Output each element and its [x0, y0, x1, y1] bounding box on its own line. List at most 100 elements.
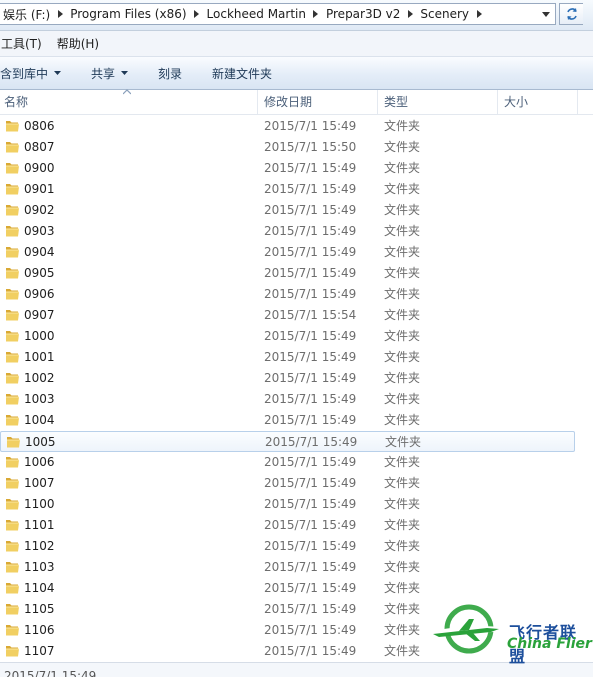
file-name: 1003: [24, 392, 55, 406]
file-name: 0806: [24, 119, 55, 133]
folder-icon: [6, 541, 19, 552]
folder-icon: [6, 562, 19, 573]
breadcrumb-label[interactable]: Lockheed Martin: [204, 7, 309, 21]
file-row[interactable]: 1001 2015/7/1 15:49 文件夹: [0, 347, 575, 368]
folder-icon: [6, 373, 19, 384]
file-type: 文件夹: [384, 350, 421, 364]
file-name: 1001: [24, 350, 55, 364]
breadcrumb-prepar3d[interactable]: Prepar3D v2: [323, 3, 417, 25]
burn-button[interactable]: 刻录: [140, 57, 194, 89]
column-name[interactable]: 名称: [0, 90, 258, 114]
file-name: 1006: [24, 455, 55, 469]
triangle-right-icon[interactable]: [53, 3, 67, 25]
file-name: 1005: [25, 435, 56, 449]
file-row[interactable]: 1002 2015/7/1 15:49 文件夹: [0, 368, 575, 389]
folder-icon: [6, 226, 19, 237]
file-type: 文件夹: [384, 560, 421, 574]
menu-help[interactable]: 帮助(H): [56, 35, 107, 52]
folder-icon: [6, 352, 19, 363]
triangle-right-icon[interactable]: [190, 3, 204, 25]
column-type[interactable]: 类型: [380, 90, 498, 114]
breadcrumb-scenery[interactable]: Scenery: [417, 3, 486, 25]
file-type: 文件夹: [384, 392, 421, 406]
file-row[interactable]: 1000 2015/7/1 15:49 文件夹: [0, 326, 575, 347]
chevron-down-icon: [542, 11, 550, 17]
address-dropdown-button[interactable]: [537, 4, 555, 24]
file-date-modified: 2015/7/1 15:49: [264, 644, 357, 658]
breadcrumb-label[interactable]: Scenery: [417, 7, 472, 21]
file-row[interactable]: 1102 2015/7/1 15:49 文件夹: [0, 536, 575, 557]
file-date-modified: 2015/7/1 15:49: [264, 182, 357, 196]
file-type: 文件夹: [384, 644, 421, 658]
column-size[interactable]: 大小: [500, 90, 578, 114]
file-row[interactable]: 0807 2015/7/1 15:50 文件夹: [0, 137, 575, 158]
burn-label: 刻录: [158, 66, 183, 81]
new-folder-button[interactable]: 新建文件夹: [194, 57, 284, 89]
column-header: 名称 修改日期 类型 大小: [0, 89, 593, 115]
triangle-right-icon[interactable]: [309, 3, 323, 25]
file-name: 1104: [24, 581, 55, 595]
file-name: 0907: [24, 308, 55, 322]
file-row[interactable]: 1003 2015/7/1 15:49 文件夹: [0, 389, 575, 410]
file-row[interactable]: 0901 2015/7/1 15:49 文件夹: [0, 179, 575, 200]
file-row[interactable]: 1005 2015/7/1 15:49 文件夹: [0, 431, 575, 452]
file-name: 0903: [24, 224, 55, 238]
menu-tools[interactable]: 工具(T): [0, 35, 50, 52]
folder-icon: [6, 625, 19, 636]
new-folder-label: 新建文件夹: [212, 66, 273, 81]
include-in-library-button[interactable]: 含到库中: [0, 57, 73, 89]
file-date-modified: 2015/7/1 15:49: [264, 497, 357, 511]
command-bar: 含到库中 共享 刻录 新建文件夹: [0, 57, 593, 90]
file-row[interactable]: 0904 2015/7/1 15:49 文件夹: [0, 242, 575, 263]
breadcrumb-lockheed-martin[interactable]: Lockheed Martin: [204, 3, 323, 25]
triangle-right-icon[interactable]: [403, 3, 417, 25]
address-bar[interactable]: 娱乐 (F:) Program Files (x86) Lockheed Mar…: [0, 3, 556, 25]
file-row[interactable]: 1007 2015/7/1 15:49 文件夹: [0, 473, 575, 494]
file-type: 文件夹: [384, 266, 421, 280]
file-date-modified: 2015/7/1 15:49: [264, 581, 357, 595]
file-type: 文件夹: [384, 245, 421, 259]
share-button[interactable]: 共享: [73, 57, 140, 89]
file-row[interactable]: 1104 2015/7/1 15:49 文件夹: [0, 578, 575, 599]
file-date-modified: 2015/7/1 15:49: [264, 329, 357, 343]
file-date-modified: 2015/7/1 15:49: [264, 455, 357, 469]
breadcrumb-drive[interactable]: 娱乐 (F:): [0, 3, 67, 25]
triangle-right-icon[interactable]: [472, 3, 486, 25]
file-type: 文件夹: [384, 203, 421, 217]
file-type: 文件夹: [384, 119, 421, 133]
file-date-modified: 2015/7/1 15:49: [264, 350, 357, 364]
file-date-modified: 2015/7/1 15:49: [264, 623, 357, 637]
file-name: 0906: [24, 287, 55, 301]
file-row[interactable]: 1103 2015/7/1 15:49 文件夹: [0, 557, 575, 578]
file-row[interactable]: 0903 2015/7/1 15:49 文件夹: [0, 221, 575, 242]
file-row[interactable]: 1100 2015/7/1 15:49 文件夹: [0, 494, 575, 515]
folder-icon: [6, 310, 19, 321]
file-type: 文件夹: [384, 308, 421, 322]
breadcrumb-program-files[interactable]: Program Files (x86): [67, 3, 203, 25]
file-date-modified: 2015/7/1 15:54: [264, 308, 357, 322]
file-name: 1007: [24, 476, 55, 490]
airplane-logo-icon: [427, 604, 505, 654]
file-type: 文件夹: [384, 329, 421, 343]
file-date-modified: 2015/7/1 15:50: [264, 140, 357, 154]
column-date-modified[interactable]: 修改日期: [260, 90, 378, 114]
breadcrumb-label[interactable]: 娱乐 (F:): [0, 6, 53, 23]
breadcrumb-label[interactable]: Program Files (x86): [67, 7, 189, 21]
file-row[interactable]: 0900 2015/7/1 15:49 文件夹: [0, 158, 575, 179]
file-row[interactable]: 1101 2015/7/1 15:49 文件夹: [0, 515, 575, 536]
file-row[interactable]: 0905 2015/7/1 15:49 文件夹: [0, 263, 575, 284]
folder-icon: [6, 604, 19, 615]
file-date-modified: 2015/7/1 15:49: [264, 266, 357, 280]
file-row[interactable]: 0906 2015/7/1 15:49 文件夹: [0, 284, 575, 305]
breadcrumb-label[interactable]: Prepar3D v2: [323, 7, 403, 21]
include-in-library-label: 含到库中: [0, 66, 49, 81]
file-name: 1101: [24, 518, 55, 532]
file-row[interactable]: 0907 2015/7/1 15:54 文件夹: [0, 305, 575, 326]
file-row[interactable]: 0902 2015/7/1 15:49 文件夹: [0, 200, 575, 221]
file-row[interactable]: 1006 2015/7/1 15:49 文件夹: [0, 452, 575, 473]
file-row[interactable]: 1004 2015/7/1 15:49 文件夹: [0, 410, 575, 431]
file-name: 1100: [24, 497, 55, 511]
file-row[interactable]: 0806 2015/7/1 15:49 文件夹: [0, 116, 575, 137]
file-name: 1000: [24, 329, 55, 343]
refresh-button[interactable]: [559, 3, 583, 25]
